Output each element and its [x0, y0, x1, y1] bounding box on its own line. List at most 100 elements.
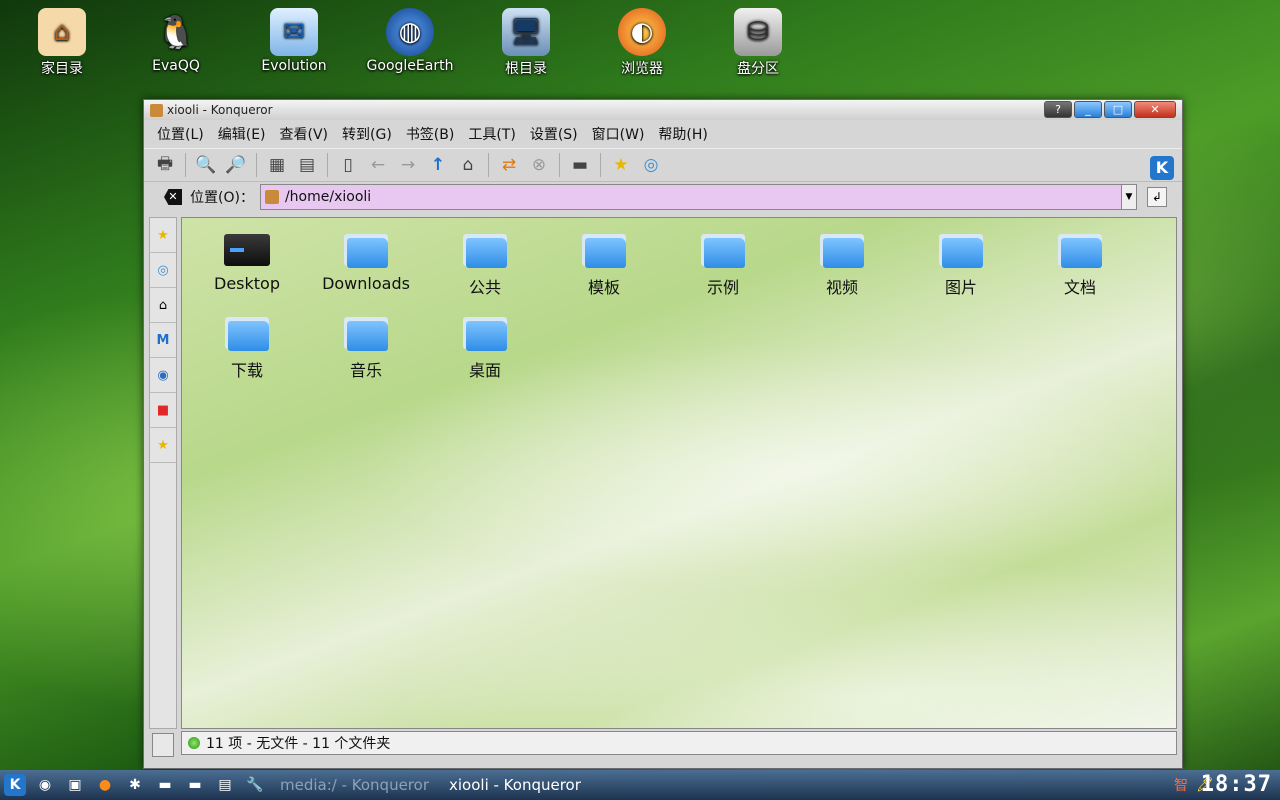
menu-bookmarks[interactable]: 书签(B) — [399, 121, 462, 147]
browser-launcher-icon[interactable]: ◉ — [34, 774, 56, 796]
menu-go[interactable]: 转到(G) — [335, 121, 399, 147]
filemanager-launcher-icon[interactable]: ▤ — [214, 774, 236, 796]
view-mode-icon[interactable]: ▦ — [264, 152, 290, 178]
menu-settings[interactable]: 设置(S) — [523, 121, 585, 147]
help-button[interactable]: ? — [1044, 101, 1072, 118]
sidebar-toggle-button[interactable] — [152, 733, 174, 757]
maximize-button[interactable]: □ — [1104, 101, 1132, 118]
media-launcher-icon[interactable]: ▣ — [64, 774, 86, 796]
tools-launcher-icon[interactable]: ✱ — [124, 774, 146, 796]
location-field — [259, 184, 1122, 210]
menu-tools[interactable]: 工具(T) — [461, 121, 522, 147]
clear-location-icon[interactable]: ✕ — [164, 189, 182, 205]
desktop-icon-evaqq[interactable]: 🐧 EvaQQ — [121, 8, 231, 74]
kde-logo-icon[interactable]: K — [1150, 156, 1174, 180]
file-item-downloads[interactable]: Downloads — [311, 232, 421, 293]
status-bar: 11 项 - 无文件 - 11 个文件夹 — [181, 731, 1177, 755]
sidebar-tab-network[interactable]: ◉ — [150, 358, 176, 393]
bookmarks-star-icon[interactable]: ★ — [608, 152, 634, 178]
file-item-music[interactable]: 音乐 — [311, 315, 421, 381]
desktop-icon-evolution[interactable]: ✉ Evolution — [239, 8, 349, 74]
sidebar-tab-bookmarks[interactable]: ★ — [150, 218, 176, 253]
print-icon[interactable]: 🖶 — [152, 152, 178, 178]
sidebar-tab-history[interactable]: ◎ — [150, 253, 176, 288]
desktop-icon-googleearth[interactable]: ◍ GoogleEarth — [355, 8, 465, 74]
go-button[interactable]: ↲ — [1146, 187, 1167, 207]
konqueror-window: xiooli - Konqueror ? _ □ ✕ 位置(L) 编辑(E) 查… — [143, 99, 1183, 769]
location-bar: ✕ 位置(O)： ▼ ↲ — [144, 182, 1182, 212]
sidebar-toggle-icon[interactable]: ◎ — [638, 152, 664, 178]
desktop-icon-root[interactable]: 🖥 根目录 — [471, 8, 581, 78]
wrench-launcher-icon[interactable]: 🔧 — [244, 774, 266, 796]
sidebar-tab-services[interactable]: ★ — [150, 428, 176, 463]
desktop-icon-label: GoogleEarth — [366, 58, 454, 74]
folder-icon — [820, 232, 864, 268]
back-icon[interactable]: ← — [365, 152, 391, 178]
kde-menu-icon[interactable]: K — [4, 774, 26, 796]
terminal-icon[interactable]: ▬ — [567, 152, 593, 178]
new-document-icon[interactable]: ▯ — [335, 152, 361, 178]
penguin-icon: 🐧 — [156, 13, 196, 51]
task-xiooli-konqueror[interactable]: xiooli - Konqueror — [439, 772, 591, 798]
sidebar-tab-media[interactable]: M — [150, 323, 176, 358]
status-indicator-icon — [188, 737, 200, 749]
sidebar-tab-home[interactable]: ⌂ — [150, 288, 176, 323]
window-titlebar[interactable]: xiooli - Konqueror ? _ □ ✕ — [144, 100, 1182, 120]
folder-icon — [1058, 232, 1102, 268]
evolution-icon: ✉ — [270, 8, 318, 56]
toolbar-separator — [600, 153, 601, 177]
file-item-public[interactable]: 公共 — [430, 232, 540, 298]
close-button[interactable]: ✕ — [1134, 101, 1176, 118]
location-input[interactable] — [282, 188, 1107, 206]
task-media-konqueror[interactable]: media:/ - Konqueror — [270, 772, 439, 798]
desktop-icon-home[interactable]: ⌂ 家目录 — [7, 8, 117, 78]
file-name: 桌面 — [468, 361, 501, 380]
folder-icon — [939, 232, 983, 268]
file-item-desktop-cn[interactable]: 桌面 — [430, 315, 540, 381]
file-name: 视频 — [825, 278, 858, 297]
file-name: 音乐 — [349, 361, 382, 380]
desktop-folder-icon — [224, 234, 270, 266]
folder-icon — [701, 232, 745, 268]
file-item-download-cn[interactable]: 下载 — [192, 315, 302, 381]
sidebar-tab-root[interactable]: ■ — [150, 393, 176, 428]
menu-view[interactable]: 查看(V) — [273, 121, 336, 147]
firefox-launcher-icon[interactable]: ● — [94, 774, 116, 796]
clock[interactable]: 18:37 — [1201, 772, 1272, 797]
location-dropdown-button[interactable]: ▼ — [1121, 184, 1137, 210]
folder-icon — [463, 315, 507, 351]
toolbar-separator — [185, 153, 186, 177]
up-icon[interactable]: ↑ — [425, 152, 451, 178]
toolbar-separator — [256, 153, 257, 177]
file-item-documents[interactable]: 文档 — [1025, 232, 1135, 298]
desktop-icon-label: 浏览器 — [621, 61, 663, 77]
toolbar-separator — [559, 153, 560, 177]
minimize-button[interactable]: _ — [1074, 101, 1102, 118]
desktop-icon-partition[interactable]: ⛁ 盘分区 — [703, 8, 813, 78]
terminal-launcher-icon[interactable]: ▬ — [154, 774, 176, 796]
file-item-pictures[interactable]: 图片 — [906, 232, 1016, 298]
file-item-templates[interactable]: 模板 — [549, 232, 659, 298]
menu-help[interactable]: 帮助(H) — [651, 121, 714, 147]
file-name: Downloads — [322, 274, 410, 293]
menu-window[interactable]: 窗口(W) — [585, 121, 652, 147]
file-item-examples[interactable]: 示例 — [668, 232, 778, 298]
bookmark-doc-icon[interactable]: ▤ — [294, 152, 320, 178]
forward-icon[interactable]: → — [395, 152, 421, 178]
reload-icon[interactable]: ⇄ — [496, 152, 522, 178]
file-item-videos[interactable]: 视频 — [787, 232, 897, 298]
zoom-in-icon[interactable]: 🔍 — [193, 152, 219, 178]
home-icon[interactable]: ⌂ — [455, 152, 481, 178]
stop-icon[interactable]: ⊗ — [526, 152, 552, 178]
terminal2-launcher-icon[interactable]: ▬ — [184, 774, 206, 796]
file-item-desktop[interactable]: Desktop — [192, 232, 302, 293]
toolbar-separator — [488, 153, 489, 177]
file-name: 示例 — [706, 278, 739, 297]
zoom-out-icon[interactable]: 🔎 — [223, 152, 249, 178]
input-method-icon[interactable]: 智 — [1170, 774, 1192, 796]
desktop-icon-browser[interactable]: ◐ 浏览器 — [587, 8, 697, 78]
harddisk-icon: ⛁ — [734, 8, 782, 56]
file-name: 公共 — [468, 278, 501, 297]
menu-location[interactable]: 位置(L) — [150, 121, 211, 147]
menu-edit[interactable]: 编辑(E) — [211, 121, 273, 147]
